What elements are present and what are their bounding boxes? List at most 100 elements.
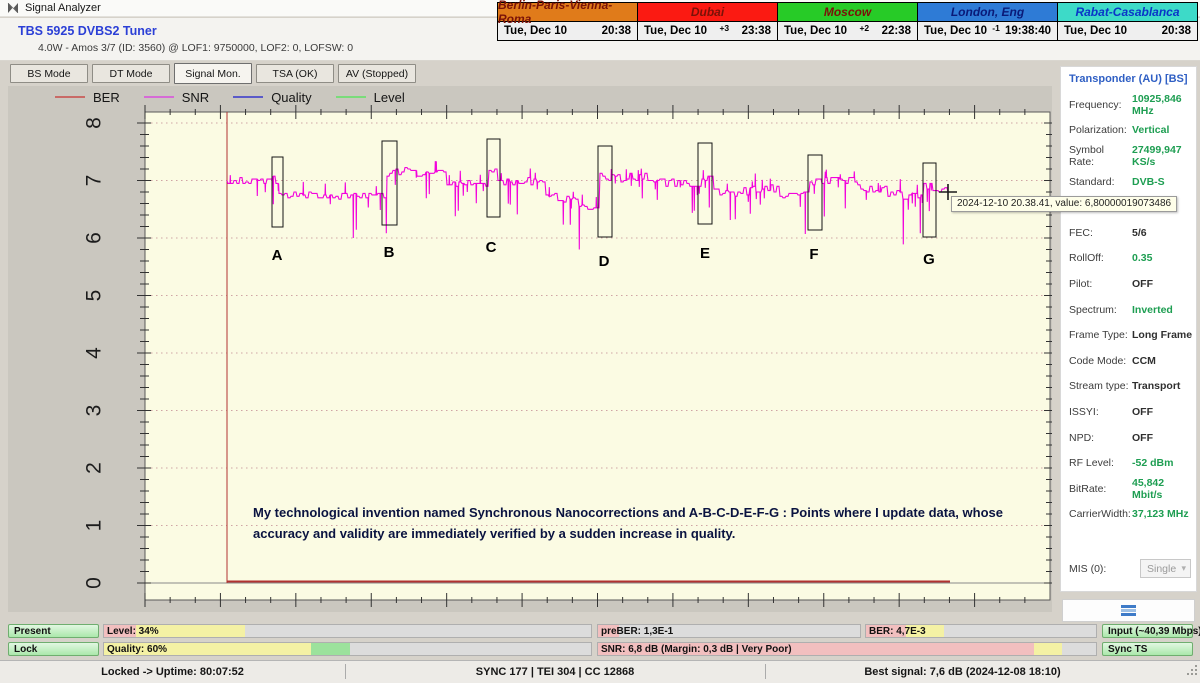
window-title: Signal Analyzer: [25, 2, 101, 14]
status-badge-input-40-39-mbps: Input (~40,39 Mbps): [1102, 624, 1193, 638]
transponder-row-value: OFF: [1132, 278, 1153, 290]
meter-bar-label: Level: 34%: [107, 626, 159, 637]
clock-date: Tue, Dec 10: [504, 25, 567, 37]
cursor-tooltip: 2024-12-10 20.38.41, value: 6,8000001907…: [951, 196, 1177, 212]
transponder-row: Frequency:10925,846 MHz: [1069, 92, 1193, 118]
tab-av-stopped[interactable]: AV (Stopped): [338, 64, 416, 83]
clock-column: MoscowTue, Dec 10+222:38: [778, 3, 918, 40]
meter-bar-label: Quality: 60%: [107, 644, 167, 655]
transponder-row: Frame Type:Long Frame: [1069, 322, 1193, 348]
mis-dropdown[interactable]: Single ▾: [1140, 559, 1191, 578]
transponder-row-value: 45,842 Mbit/s: [1132, 477, 1193, 501]
statusbar-section: Locked -> Uptime: 80:07:52: [0, 661, 345, 682]
meter-bar-fill: [311, 643, 350, 655]
transponder-row-value: -52 dBm: [1132, 457, 1173, 469]
transponder-row: BitRate:45,842 Mbit/s: [1069, 476, 1193, 502]
tuner-name: TBS 5925 DVBS2 Tuner: [18, 24, 157, 38]
transponder-row-value: 27499,947 KS/s: [1132, 144, 1193, 168]
clock-city: Rabat-Casablanca: [1058, 3, 1197, 21]
transponder-row-value: Inverted: [1132, 304, 1173, 316]
transponder-list-button[interactable]: [1062, 599, 1195, 622]
chevron-down-icon: ▾: [1181, 563, 1190, 574]
meter-bar-label: SNR: 6,8 dB (Margin: 0,3 dB | Very Poor): [601, 644, 792, 655]
transponder-row-label: Spectrum:: [1069, 304, 1132, 316]
transponder-row: Pilot:OFF: [1069, 271, 1193, 297]
transponder-row-value: OFF: [1132, 432, 1153, 444]
meter-row-2: Lock Quality: 60% SNR: 6,8 dB (Margin: 0,3…: [0, 642, 1200, 657]
meter-bar: Quality: 60%: [103, 642, 592, 656]
transponder-title: Transponder (AU) [BS]: [1069, 73, 1188, 85]
transponder-row-value: Transport: [1132, 380, 1180, 392]
statusbar-section: SYNC 177 | TEI 304 | CC 12868: [345, 661, 765, 682]
transponder-list-icon: [1121, 605, 1136, 616]
transponder-row-value: DVB-S: [1132, 176, 1165, 188]
legend-item-level: Level: [336, 90, 405, 105]
transponder-row-label: Code Mode:: [1069, 355, 1132, 367]
transponder-row: ISSYI:OFF: [1069, 399, 1193, 425]
tuner-details: 4.0W - Amos 3/7 (ID: 3560) @ LOF1: 97500…: [38, 42, 353, 54]
tab-tsa-ok[interactable]: TSA (OK): [256, 64, 334, 83]
y-axis-tick-label: 0: [83, 577, 106, 589]
meter-bar: SNR: 6,8 dB (Margin: 0,3 dB | Very Poor): [597, 642, 1097, 656]
tab-signal-mon[interactable]: Signal Mon.: [174, 63, 252, 84]
transponder-row-label: BitRate:: [1069, 483, 1132, 495]
legend-line-swatch: [336, 96, 366, 98]
transponder-row-label: RF Level:: [1069, 457, 1132, 469]
clock-utc-offset: +3: [719, 23, 729, 33]
transponder-row-value: OFF: [1132, 406, 1153, 418]
legend-label: Quality: [271, 90, 311, 105]
marker-label-e: E: [700, 245, 710, 262]
legend-label: BER: [93, 90, 120, 105]
status-badge-sync-ts: Sync TS: [1102, 642, 1193, 656]
clock-value: 22:38: [882, 25, 911, 37]
clock-value: 23:38: [742, 25, 771, 37]
cursor-tooltip-text: 2024-12-10 20.38.41, value: 6,8000001907…: [957, 198, 1171, 209]
mis-label: MIS (0):: [1069, 563, 1132, 575]
legend-item-quality: Quality: [233, 90, 311, 105]
clock-value: 20:38: [602, 25, 631, 37]
app-icon: [7, 3, 19, 13]
meter-bar-label: BER: 4,7E-3: [869, 626, 926, 637]
transponder-row-label: Pilot:: [1069, 278, 1132, 290]
meter-bar-fill: [1034, 643, 1062, 655]
transponder-row: Spectrum:Inverted: [1069, 297, 1193, 323]
transponder-row-value: 37,123 MHz: [1132, 508, 1189, 520]
tab-dt-mode[interactable]: DT Mode: [92, 64, 170, 83]
mis-selected-value: Single: [1147, 563, 1176, 575]
resize-grip-icon[interactable]: [1187, 663, 1198, 681]
status-badge-lock: Lock: [8, 642, 99, 656]
legend-line-swatch: [55, 96, 85, 98]
transponder-row-label: RollOff:: [1069, 252, 1132, 264]
transponder-row: Polarization:Vertical: [1069, 118, 1193, 144]
clock-utc-offset: -1: [992, 23, 1000, 33]
signal-chart: BERSNRQualityLevel 012345678ABCDEFG My t…: [8, 86, 1052, 612]
status-badge-present: Present: [8, 624, 99, 638]
transponder-row-value: 0.35: [1132, 252, 1152, 264]
legend-line-swatch: [233, 96, 263, 98]
clock-time: Tue, Dec 10-119:38:40: [918, 21, 1057, 40]
transponder-rows: Frequency:10925,846 MHzPolarization:Vert…: [1069, 92, 1193, 527]
transponder-row-label: FEC:: [1069, 227, 1132, 239]
transponder-row: Stream type:Transport: [1069, 374, 1193, 400]
statusbar: Locked -> Uptime: 80:07:52SYNC 177 | TEI…: [0, 660, 1200, 683]
legend-label: SNR: [182, 90, 209, 105]
marker-label-d: D: [599, 253, 610, 270]
y-axis-tick-label: 2: [83, 462, 106, 474]
world-clocks: Berlin-Paris-Vienna-RomaTue, Dec 1020:38…: [497, 2, 1198, 41]
transponder-row-label: Frame Type:: [1069, 329, 1132, 341]
y-axis-tick-label: 3: [83, 405, 106, 417]
meter-bar: preBER: 1,3E-1: [597, 624, 861, 638]
transponder-row: RollOff:0.35: [1069, 246, 1193, 272]
clock-date: Tue, Dec 10: [644, 25, 707, 37]
transponder-row: NPD:OFF: [1069, 425, 1193, 451]
clock-city: London, Eng: [918, 3, 1057, 21]
clock-date: Tue, Dec 10: [924, 25, 987, 37]
y-axis-tick-label: 5: [83, 290, 106, 302]
transponder-row: Symbol Rate:27499,947 KS/s: [1069, 143, 1193, 169]
clock-column: Rabat-CasablancaTue, Dec 1020:38: [1058, 3, 1197, 40]
transponder-row-label: CarrierWidth:: [1069, 508, 1132, 520]
legend-line-swatch: [144, 96, 174, 98]
meter-bar: Level: 34%: [103, 624, 592, 638]
tab-bs-mode[interactable]: BS Mode: [10, 64, 88, 83]
clock-time: Tue, Dec 10 +3 23:38: [638, 21, 777, 40]
